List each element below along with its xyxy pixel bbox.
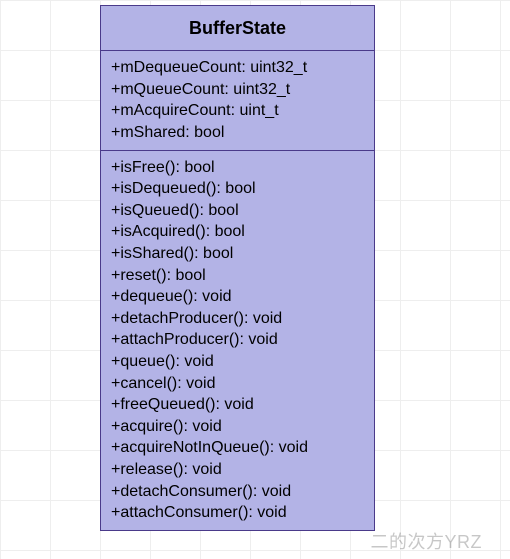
uml-operation: +isDequeued(): bool [111,178,364,200]
uml-operation: +isQueued(): bool [111,200,364,222]
uml-attribute: +mQueueCount: uint32_t [111,79,364,101]
uml-operations-section: +isFree(): bool +isDequeued(): bool +isQ… [101,150,374,530]
uml-operation: +attachConsumer(): void [111,502,364,524]
uml-attribute: +mDequeueCount: uint32_t [111,57,364,79]
uml-operation: +isAcquired(): bool [111,221,364,243]
watermark-text: 二的次方YRZ [371,528,483,554]
uml-operation: +attachProducer(): void [111,329,364,351]
uml-operation: +acquire(): void [111,416,364,438]
uml-operation: +acquireNotInQueue(): void [111,437,364,459]
uml-class-name: BufferState [101,6,374,50]
uml-class-box: BufferState +mDequeueCount: uint32_t +mQ… [100,5,375,531]
uml-attribute: +mAcquireCount: uint_t [111,100,364,122]
uml-attributes-section: +mDequeueCount: uint32_t +mQueueCount: u… [101,50,374,149]
uml-operation: +queue(): void [111,351,364,373]
uml-operation: +freeQueued(): void [111,394,364,416]
uml-operation: +release(): void [111,459,364,481]
uml-operation: +dequeue(): void [111,286,364,308]
uml-operation: +detachConsumer(): void [111,481,364,503]
uml-operation: +isFree(): bool [111,157,364,179]
uml-operation: +reset(): bool [111,265,364,287]
uml-operation: +isShared(): bool [111,243,364,265]
uml-operation: +cancel(): void [111,373,364,395]
uml-attribute: +mShared: bool [111,122,364,144]
uml-operation: +detachProducer(): void [111,308,364,330]
